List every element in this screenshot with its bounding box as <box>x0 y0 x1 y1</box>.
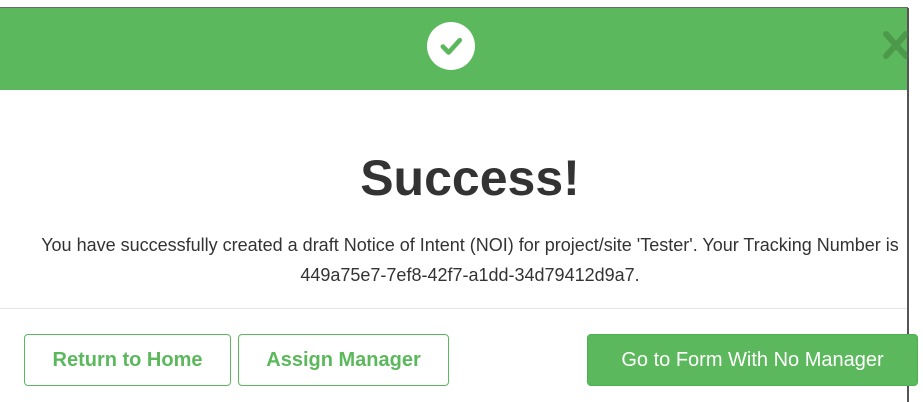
close-icon[interactable] <box>882 28 912 64</box>
checkmark-icon <box>440 37 463 55</box>
modal-header <box>0 8 909 90</box>
return-to-home-button[interactable]: Return to Home <box>24 334 231 386</box>
go-to-form-button[interactable]: Go to Form With No Manager <box>587 334 918 386</box>
success-modal: Success! You have successfully created a… <box>0 8 918 402</box>
assign-manager-button[interactable]: Assign Manager <box>238 334 449 386</box>
modal-message: You have successfully created a draft No… <box>41 235 899 285</box>
footer-divider <box>0 308 907 309</box>
check-circle-icon <box>427 22 475 70</box>
modal-title: Success! <box>360 150 580 206</box>
